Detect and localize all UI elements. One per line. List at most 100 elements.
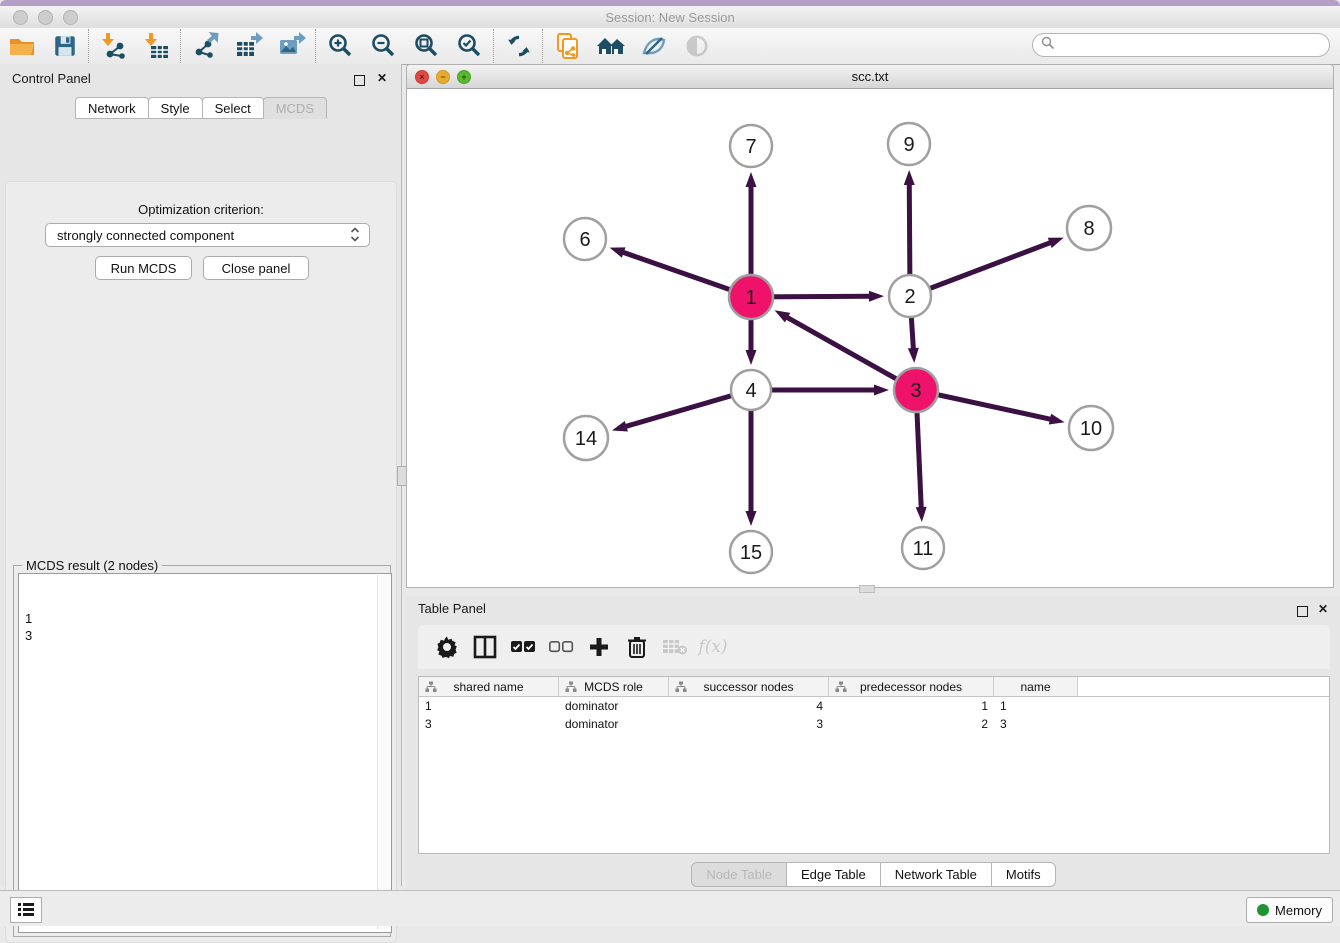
column-header-shared-name[interactable]: shared name	[419, 677, 559, 696]
column-header-name[interactable]: name	[994, 677, 1078, 696]
result-line: 1	[25, 610, 391, 627]
result-line: 3	[25, 627, 391, 644]
network-window-titlebar[interactable]: × − + scc.txt	[407, 65, 1333, 89]
tab-select[interactable]: Select	[202, 97, 264, 119]
column-label: MCDS role	[584, 680, 643, 694]
export-image-icon[interactable]	[270, 30, 313, 62]
arrowhead-4-14	[612, 421, 628, 432]
column-panel-icon[interactable]	[466, 631, 504, 663]
graph-node-6[interactable]: 6	[564, 218, 606, 260]
node-label-1: 1	[745, 287, 756, 309]
toggle-visibility-icon[interactable]	[632, 30, 675, 62]
tab-edge-table[interactable]: Edge Table	[786, 862, 881, 887]
search-input[interactable]	[1032, 33, 1330, 57]
zoom-fit-icon[interactable]	[405, 30, 448, 62]
graph-node-14[interactable]: 14	[564, 416, 608, 460]
tab-node-table[interactable]: Node Table	[691, 862, 787, 887]
save-session-icon[interactable]	[43, 30, 86, 62]
close-table-panel-icon[interactable]: ✕	[1318, 602, 1328, 616]
add-column-icon[interactable]	[580, 631, 618, 663]
column-header-predecessor-nodes[interactable]: predecessor nodes	[829, 677, 994, 696]
tab-network-table[interactable]: Network Table	[880, 862, 992, 887]
graph-node-2[interactable]: 2	[889, 275, 931, 317]
memory-button[interactable]: Memory	[1246, 897, 1333, 923]
mcds-result-textarea[interactable]: 13	[18, 573, 392, 933]
edge-2-8[interactable]	[910, 242, 1052, 296]
table-settings-icon[interactable]	[428, 631, 466, 663]
graph-node-3[interactable]: 3	[894, 368, 938, 412]
hierarchy-icon	[835, 681, 847, 696]
apply-layout-icon[interactable]	[497, 30, 540, 62]
status-bar: Memory	[0, 890, 1340, 926]
node-label-7: 7	[745, 136, 756, 158]
float-panel-icon[interactable]	[354, 73, 365, 91]
toolbar-separator	[180, 29, 182, 63]
network-canvas[interactable]: 7 9 6 8 1 2 4 3 14 10 15 11	[407, 88, 1333, 587]
zoom-selected-icon[interactable]	[448, 30, 491, 62]
arrowhead-2-9	[904, 170, 915, 185]
tab-network[interactable]: Network	[75, 97, 149, 119]
select-all-icon[interactable]	[504, 631, 542, 663]
toolbar-separator	[315, 29, 317, 63]
toolbar-separator	[493, 29, 495, 63]
zoom-out-icon[interactable]	[362, 30, 405, 62]
graph-node-1[interactable]: 1	[729, 275, 773, 319]
table-cell: 1	[419, 699, 559, 713]
tab-style[interactable]: Style	[148, 97, 203, 119]
window-titlebar[interactable]: Session: New Session	[0, 6, 1340, 29]
delete-column-icon[interactable]	[618, 631, 656, 663]
graph-node-4[interactable]: 4	[731, 370, 771, 410]
close-panel-button[interactable]: Close panel	[203, 256, 309, 280]
column-label: name	[1020, 680, 1050, 694]
graph-node-7[interactable]: 7	[730, 125, 772, 167]
graph-node-11[interactable]: 11	[902, 527, 944, 569]
mcds-panel: Optimization criterion: strongly connect…	[5, 181, 397, 943]
table-toolbar: f(x)	[418, 625, 1330, 669]
graph-node-9[interactable]: 9	[888, 123, 930, 165]
import-table-icon[interactable]	[135, 30, 178, 62]
node-label-6: 6	[579, 229, 590, 251]
zoom-in-icon[interactable]	[319, 30, 362, 62]
task-history-button[interactable]	[10, 897, 42, 923]
node-label-8: 8	[1083, 218, 1094, 240]
graph-node-10[interactable]: 10	[1069, 406, 1113, 450]
tab-motifs[interactable]: Motifs	[991, 862, 1056, 887]
clone-network-icon[interactable]	[546, 30, 589, 62]
table-cell: 3	[669, 717, 829, 731]
network-splitter-handle[interactable]	[859, 585, 875, 593]
column-header-MCDS-role[interactable]: MCDS role	[559, 677, 669, 696]
arrowhead-4-3	[874, 385, 889, 396]
dropdown-stepper-icon	[350, 226, 360, 247]
export-network-icon[interactable]	[184, 30, 227, 62]
run-mcds-button[interactable]: Run MCDS	[95, 256, 192, 280]
result-scrollbar[interactable]	[377, 575, 390, 929]
arrowhead-2-8	[1048, 238, 1064, 248]
node-label-3: 3	[910, 380, 921, 402]
criterion-dropdown[interactable]: strongly connected component	[45, 223, 370, 247]
open-file-icon[interactable]	[0, 30, 43, 62]
hierarchy-icon	[425, 681, 437, 696]
delete-table-icon[interactable]	[656, 631, 694, 663]
table-row[interactable]: 1dominator411	[419, 697, 1329, 715]
window-title: Session: New Session	[0, 10, 1340, 25]
node-label-10: 10	[1080, 418, 1102, 440]
close-panel-icon[interactable]: ✕	[377, 71, 387, 85]
reset-view-icon[interactable]	[589, 30, 632, 62]
criterion-value: strongly connected component	[57, 228, 234, 243]
deselect-all-icon[interactable]	[542, 631, 580, 663]
column-header-successor-nodes[interactable]: successor nodes	[669, 677, 829, 696]
table-row[interactable]: 3dominator323	[419, 715, 1329, 733]
float-table-panel-icon[interactable]	[1297, 604, 1308, 622]
node-label-9: 9	[903, 134, 914, 156]
tab-mcds[interactable]: MCDS	[263, 97, 327, 119]
network-title: scc.txt	[407, 69, 1333, 84]
import-network-icon[interactable]	[92, 30, 135, 62]
arrowhead-1-4	[746, 350, 757, 365]
graph-node-15[interactable]: 15	[730, 531, 772, 573]
eye-icon[interactable]	[675, 30, 718, 62]
table-cell: 1	[829, 699, 994, 713]
function-builder-icon[interactable]: f(x)	[694, 631, 732, 663]
control-panel: Control Panel ✕ NetworkStyleSelectMCDS O…	[0, 64, 402, 886]
export-table-icon[interactable]	[227, 30, 270, 62]
graph-node-8[interactable]: 8	[1067, 206, 1111, 250]
